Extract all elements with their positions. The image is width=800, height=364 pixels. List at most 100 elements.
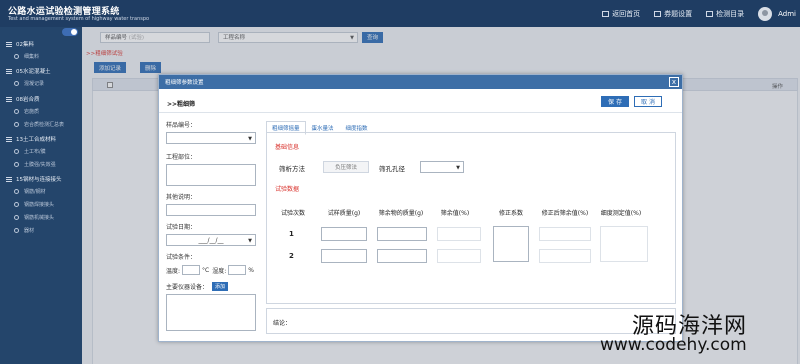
test-date-label: 试验日期： [166,224,197,231]
method-label: 筛析方法 [279,165,305,173]
nav-settings[interactable]: 券题设置 [654,9,692,19]
sample-no-select[interactable]: ▼ [166,132,256,144]
gear-icon [14,215,19,220]
col-fineness: 细度测定值(%) [600,210,642,217]
humidity-input[interactable] [228,265,247,275]
sidebar-item-label: 钢筋机械接头 [24,215,55,221]
basic-info-heading: 基础信息 [275,144,300,151]
save-label: 保 存 [608,99,622,106]
sample-no-label: 样品编号： [166,122,197,129]
watermark-url: www.codehy.com [600,335,747,355]
dialog-breadcrumb: >>粗细筛 [167,101,196,108]
sidebar-group-label: 05水泥混凝土 [16,69,51,75]
col-residue-mass: 筛余物的质量(g) [378,210,424,217]
nav-catalog-label: 检测目录 [716,9,745,18]
test-data-heading: 试验数据 [275,186,300,193]
project-part-label: 工程部位： [166,154,197,161]
save-button[interactable]: 保 存 [601,96,629,107]
sidebar-item-mech-joint[interactable]: 钢筋机械接头 [14,214,54,221]
sidebar-item-rebar[interactable]: 钢筋/钢材 [14,188,46,195]
sidebar-item-label: 器材 [24,228,35,234]
sidebar-item-label: 混凝记录 [24,81,45,87]
sidebar: 02集料 细集料 05水泥混凝土 混凝记录 08岩合质 岩施质 岩合质检测汇总表… [0,27,82,364]
test-date-value: ___/__/__ [198,236,224,244]
sidebar-item-rock[interactable]: 岩施质 [14,108,39,115]
residue-mass-input-2[interactable] [377,249,427,263]
cancel-button[interactable]: 取 消 [634,96,662,107]
sidebar-item-geotextile[interactable]: 土工布/膜 [14,148,46,155]
sidebar-group-geosynthetics[interactable]: 13土工合成材料 [6,135,56,143]
app-subtitle: Test and management system of highway wa… [8,16,150,22]
chevron-down-icon: ▼ [248,136,252,142]
cancel-label: 取 消 [641,99,655,106]
catalog-icon [706,10,714,17]
sidebar-group-label: 13土工合成材料 [16,137,56,143]
col-correction: 修正系数 [498,210,523,217]
temperature-unit: °C [202,266,210,274]
humidity-unit: % [248,266,254,274]
avatar[interactable] [758,6,773,21]
sidebar-item-label: 岩合质检测汇总表 [24,122,65,128]
chevron-down-icon: ▼ [456,165,460,171]
sidebar-item-equipment[interactable]: 器材 [14,227,34,234]
sidebar-item-label: 钢筋/钢材 [24,189,46,195]
gear-icon [14,54,19,59]
sample-mass-input-1[interactable] [321,227,367,241]
temperature-label: 温度: [166,267,181,275]
other-desc-input[interactable] [166,204,256,216]
other-desc-label: 其他说明： [166,194,197,201]
sidebar-group-concrete[interactable]: 05水泥混凝土 [6,67,51,75]
sidebar-toggle[interactable] [62,28,78,36]
sidebar-group-rock[interactable]: 08岩合质 [6,95,40,103]
gear-icon [14,189,19,194]
nav-home[interactable]: 返回首页 [602,9,640,19]
equipment-row: 主要仪器设备： 添加 [166,282,229,291]
sieve-aperture-select[interactable]: ▼ [420,161,464,173]
sidebar-group-steel[interactable]: 15钢材与连接接头 [6,175,62,183]
menu-icon [6,41,12,47]
add-equipment-button[interactable]: 添加 [212,282,229,291]
conclusion-label: 结论： [273,320,292,327]
col-sample-mass: 试样质量(g) [327,210,361,217]
close-icon[interactable]: x [669,77,679,87]
user-name[interactable]: Admi [778,10,796,18]
test-condition-label: 试验条件： [166,254,197,261]
gear-icon [14,122,19,127]
sidebar-item-label: 土工布/膜 [24,149,46,155]
condition-row: 温度: °C 湿度: % [166,265,254,275]
col-corrected-residue: 修正后筛余值(%) [541,210,589,217]
residue-mass-input-1[interactable] [377,227,427,241]
col-residue-value: 筛余值(%) [440,210,470,217]
gear-icon [14,228,19,233]
menu-icon [6,96,12,102]
top-bar: 公路水运试验检测管理系统 Test and management system … [0,0,800,27]
nav-settings-label: 券题设置 [664,9,693,18]
correction-factor-input[interactable] [493,226,529,262]
top-nav: 返回首页 券题设置 检测目录 Admi [602,0,800,27]
sieve-settings-dialog: 粗细筛参数设置 x >>粗细筛 保 存 取 消 样品编号： ▼ 工程部位： 其他… [158,74,683,342]
menu-icon [6,68,12,74]
sidebar-item-weld-joint[interactable]: 钢筋焊接接头 [14,201,54,208]
nav-catalog[interactable]: 检测目录 [706,9,744,19]
equipment-input[interactable] [166,294,256,331]
temperature-input[interactable] [182,265,201,275]
menu-icon [6,176,12,182]
row-number: 2 [289,252,294,260]
row-number: 1 [289,230,294,238]
residue-value-2 [437,249,481,263]
sidebar-item-concrete-record[interactable]: 混凝记录 [14,80,44,87]
dialog-title: 粗细筛参数设置 [165,80,204,86]
tab-panel: 基础信息 筛析方法 负压筛法 筛孔孔径 ▼ 试验数据 试验次数 试样质量(g) … [266,132,676,304]
conclusion-box[interactable]: 结论： [266,308,676,334]
test-date-picker[interactable]: ___/__/__ ▼ [166,234,256,246]
gear-icon [14,81,19,86]
sidebar-item-geomembrane[interactable]: 土膜强/失效强 [14,161,56,168]
dialog-title-bar: 粗细筛参数设置 x [159,75,682,89]
project-part-input[interactable] [166,164,256,186]
sidebar-item-label: 土膜强/失效强 [24,162,56,168]
sidebar-item-label: 钢筋焊接接头 [24,202,55,208]
sidebar-group-aggregate[interactable]: 02集料 [6,40,34,48]
sidebar-item-rock-summary[interactable]: 岩合质检测汇总表 [14,121,64,128]
sample-mass-input-2[interactable] [321,249,367,263]
sidebar-item-fine-aggregate[interactable]: 细集料 [14,53,39,60]
